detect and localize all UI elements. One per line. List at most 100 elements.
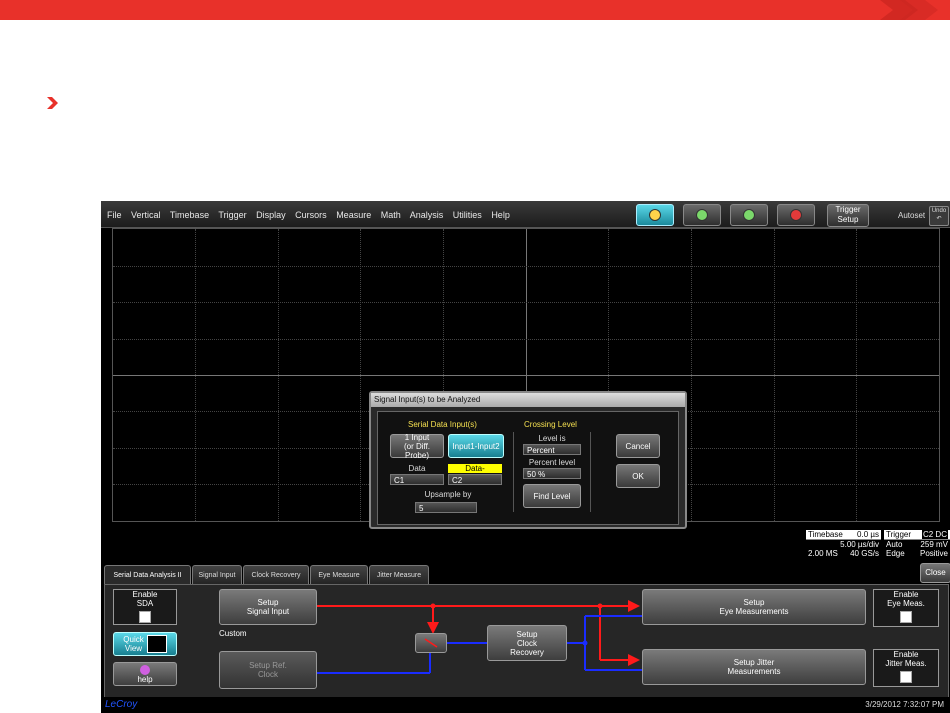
enable-sda-check-icon — [139, 611, 151, 623]
setup-signal-input-button[interactable]: Setup Signal Input — [219, 589, 317, 625]
enable-sda-checkbox[interactable]: Enable SDA — [113, 589, 177, 625]
trigger-setup-button[interactable]: Trigger Setup — [827, 204, 869, 227]
oscilloscope-screen: File Vertical Timebase Trigger Display C… — [101, 201, 950, 713]
tab-signal-input[interactable]: Signal Input — [192, 565, 242, 585]
dialog-separator — [590, 432, 591, 512]
signal-input-mode: Custom — [219, 629, 247, 638]
status-datetime: 3/29/2012 7:32:07 PM — [865, 700, 944, 709]
menu-cursors[interactable]: Cursors — [295, 210, 327, 220]
signal-input-dialog: Signal Input(s) to be Analyzed Serial Da… — [369, 391, 687, 529]
setup-eye-measurements-button[interactable]: Setup Eye Measurements — [642, 589, 866, 625]
setup-clock-line1: Setup — [516, 629, 538, 639]
trigger-setup-line1: Trigger — [835, 205, 861, 214]
setup-clock-line3: Recovery — [510, 647, 544, 657]
analysis-toolbar-button[interactable] — [636, 204, 674, 226]
percent-level-label: Percent level — [528, 458, 576, 467]
cancel-button[interactable]: Cancel — [616, 434, 660, 458]
data-field[interactable]: C1 — [390, 474, 444, 485]
trigger-row3: Edge Positive — [884, 549, 950, 558]
autoset-button[interactable]: Autoset — [898, 211, 925, 220]
undo-button[interactable]: Undo ↶ — [929, 206, 949, 226]
undo-label: Undo — [931, 208, 947, 214]
enable-sda-line1: Enable — [132, 590, 158, 599]
trigger-info[interactable]: Trigger C2 DC Auto 259 mV Edge Positive — [884, 530, 950, 558]
enable-jitter-line1: Enable — [893, 650, 919, 659]
quick-view-icon — [146, 635, 167, 653]
menu-trigger[interactable]: Trigger — [218, 210, 246, 220]
enable-jitter-check-icon — [900, 671, 912, 683]
timebase-div: 5.00 µs/div — [806, 540, 881, 549]
setup-ref-line2: Clock — [257, 670, 278, 679]
clock-select-switch[interactable] — [415, 633, 447, 653]
menu-help[interactable]: Help — [491, 210, 510, 220]
grid-line — [113, 302, 939, 303]
help-button[interactable]: help — [113, 662, 177, 686]
brand-logo: LeCroy — [105, 699, 138, 710]
header-chevron-icon — [880, 0, 938, 20]
status-bar: LeCroy 3/29/2012 7:32:07 PM — [101, 697, 950, 713]
trigger-channel: C2 DC — [921, 530, 948, 539]
quick-view-text: Quick View — [123, 635, 143, 653]
stop-icon — [790, 209, 802, 221]
data-minus-field[interactable]: C2 — [448, 474, 502, 485]
setup-jitter-line1: Setup Jitter — [733, 658, 775, 667]
quick-view-button[interactable]: Quick View — [113, 632, 177, 656]
setup-ref-clock-button[interactable]: Setup Ref. Clock — [219, 651, 317, 689]
bullet-chevron-icon — [47, 97, 58, 109]
input1-input2-button[interactable]: Input1-Input2 — [448, 434, 504, 458]
menu-utilities[interactable]: Utilities — [453, 210, 482, 220]
enable-jitter-line2: Jitter Meas. — [885, 659, 927, 668]
menu-math[interactable]: Math — [381, 210, 401, 220]
stop-toolbar-button[interactable] — [777, 204, 815, 226]
tab-eye-measure[interactable]: Eye Measure — [310, 565, 368, 585]
dialog-separator — [513, 432, 514, 512]
grid-center-h — [113, 375, 939, 376]
percent-level-field[interactable]: 50 % — [523, 468, 581, 479]
tab-jitter-measure[interactable]: Jitter Measure — [369, 565, 429, 585]
crossing-level-heading: Crossing Level — [524, 420, 577, 429]
one-input-button[interactable]: 1 Input (or Diff. Probe) — [390, 432, 444, 460]
menu-display[interactable]: Display — [256, 210, 286, 220]
enable-sda-line2: SDA — [136, 599, 154, 608]
level-is-label: Level is — [538, 434, 566, 443]
measure-icon — [696, 209, 708, 221]
timebase-label: Timebase — [808, 530, 843, 539]
timebase-info[interactable]: Timebase 0.0 µs 5.00 µs/div 2.00 MS 40 G… — [806, 530, 881, 558]
setup-ref-line1: Setup Ref. — [249, 661, 287, 670]
enable-jitter-meas-checkbox[interactable]: Enable Jitter Meas. — [873, 649, 939, 687]
zoom-toolbar-button[interactable] — [730, 204, 768, 226]
setup-clock-recovery-button[interactable]: Setup Clock Recovery — [487, 625, 567, 661]
setup-jitter-measurements-button[interactable]: Setup Jitter Measurements — [642, 649, 866, 685]
find-level-button[interactable]: Find Level — [523, 484, 581, 508]
menu-bar: File Vertical Timebase Trigger Display C… — [101, 201, 950, 228]
trigger-label: Trigger — [886, 530, 912, 539]
timebase-ms: 2.00 MS — [808, 549, 838, 558]
timebase-row1: Timebase 0.0 µs — [806, 530, 881, 540]
data-minus-label: Data- — [448, 464, 502, 473]
zoom-icon — [743, 209, 755, 221]
tab-clock-recovery[interactable]: Clock Recovery — [243, 565, 309, 585]
one-input-line2: (or Diff. Probe) — [403, 441, 431, 460]
menu-analysis[interactable]: Analysis — [410, 210, 444, 220]
enable-eye-meas-checkbox[interactable]: Enable Eye Meas. — [873, 589, 939, 627]
dialog-body: Serial Data Input(s) Crossing Level 1 In… — [377, 411, 679, 525]
enable-eye-line1: Enable — [893, 590, 919, 599]
level-is-field[interactable]: Percent — [523, 444, 581, 455]
upsample-field[interactable]: 5 — [415, 502, 477, 513]
menu-file[interactable]: File — [107, 210, 122, 220]
menu-items: File Vertical Timebase Trigger Display C… — [107, 210, 517, 220]
serial-data-heading: Serial Data Input(s) — [408, 420, 477, 429]
close-button[interactable]: Close — [920, 563, 950, 583]
ok-button[interactable]: OK — [616, 464, 660, 488]
tab-serial-data-analysis[interactable]: Serial Data Analysis II — [104, 565, 191, 586]
menu-timebase[interactable]: Timebase — [170, 210, 209, 220]
one-input-line1: 1 Input — [404, 432, 430, 442]
menu-measure[interactable]: Measure — [336, 210, 371, 220]
measure-toolbar-button[interactable] — [683, 204, 721, 226]
menu-vertical[interactable]: Vertical — [131, 210, 161, 220]
analysis-icon — [649, 209, 661, 221]
switch-icon — [424, 638, 438, 648]
setup-eye-line1: Setup — [743, 598, 765, 607]
dialog-title: Signal Input(s) to be Analyzed — [371, 393, 685, 407]
upsample-label: Upsample by — [424, 490, 472, 499]
